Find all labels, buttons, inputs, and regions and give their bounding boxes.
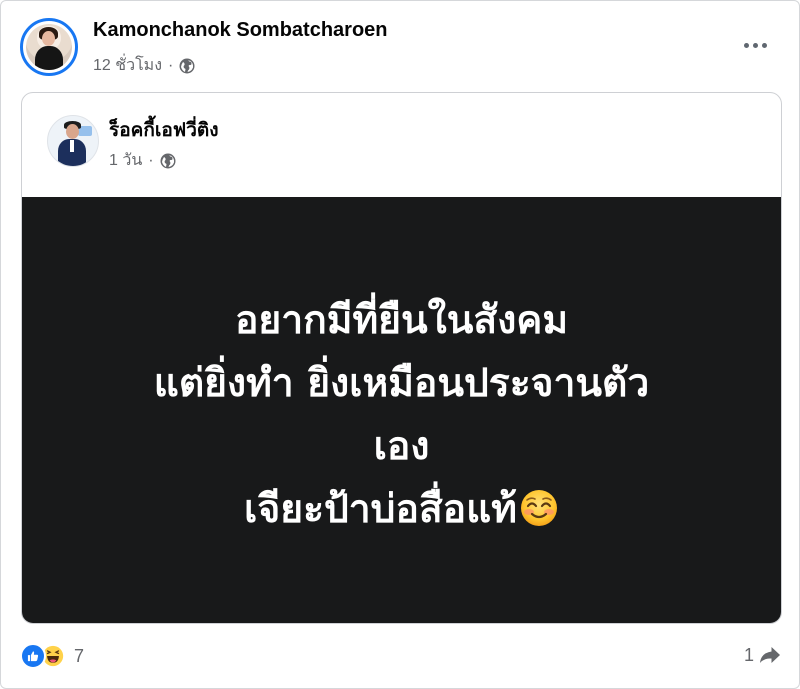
quote-line-4-wrap: เจียะป้าบ่อสื่อแท้ bbox=[22, 478, 781, 541]
smiling-face-with-blush-emoji bbox=[520, 490, 557, 526]
quote-line-1: อยากมีที่ยืนในสังคม bbox=[234, 298, 569, 343]
shared-post-meta: 1 วัน · bbox=[109, 148, 176, 173]
meta-separator: · bbox=[168, 56, 174, 74]
shares-summary[interactable]: 1 bbox=[744, 643, 782, 667]
post-footer: 7 1 bbox=[1, 631, 799, 686]
like-icon bbox=[20, 643, 46, 669]
text-post-background: อยากมีที่ยืนในสังคม แต่ยิ่งทำ ยิ่งเหมือน… bbox=[22, 197, 781, 623]
shared-post-card[interactable]: ร็อคกี้เอฟวี่ติง 1 วัน · อยากมีที่ยืนในส… bbox=[21, 92, 782, 624]
shared-post-time[interactable]: 1 วัน bbox=[109, 148, 142, 173]
post-time[interactable]: 12 ชั่วโมง bbox=[93, 53, 162, 78]
globe-icon bbox=[160, 153, 176, 168]
more-options-button[interactable] bbox=[735, 31, 775, 59]
quote-line-3: เอง bbox=[373, 424, 430, 469]
globe-icon bbox=[179, 58, 195, 73]
avatar-photo bbox=[26, 24, 72, 70]
shared-post-header: ร็อคกี้เอฟวี่ติง 1 วัน · bbox=[22, 93, 781, 197]
shared-author-avatar[interactable] bbox=[47, 115, 99, 167]
author-avatar[interactable] bbox=[20, 18, 78, 76]
quote-line-4: เจียะป้าบ่อสื่อแท้ bbox=[244, 487, 517, 532]
reactions-summary[interactable]: 7 bbox=[20, 643, 84, 669]
shared-author-name[interactable]: ร็อคกี้เอฟวี่ติง bbox=[109, 115, 218, 145]
post-meta: 12 ชั่วโมง · bbox=[93, 53, 195, 78]
share-count: 1 bbox=[743, 644, 754, 665]
post-header: Kamonchanok Sombatcharoen 12 ชั่วโมง · bbox=[1, 1, 799, 89]
meta-separator: · bbox=[148, 151, 154, 169]
quote-line-2: แต่ยิ่งทำ ยิ่งเหมือนประจานตัว bbox=[153, 361, 650, 406]
reaction-count: 7 bbox=[74, 645, 85, 666]
author-name[interactable]: Kamonchanok Sombatcharoen bbox=[93, 19, 388, 42]
share-arrow-icon bbox=[760, 647, 780, 663]
more-options-icon bbox=[743, 42, 749, 48]
facebook-post: Kamonchanok Sombatcharoen 12 ชั่วโมง · ร… bbox=[0, 0, 800, 689]
quote-text: อยากมีที่ยืนในสังคม แต่ยิ่งทำ ยิ่งเหมือน… bbox=[22, 289, 781, 541]
